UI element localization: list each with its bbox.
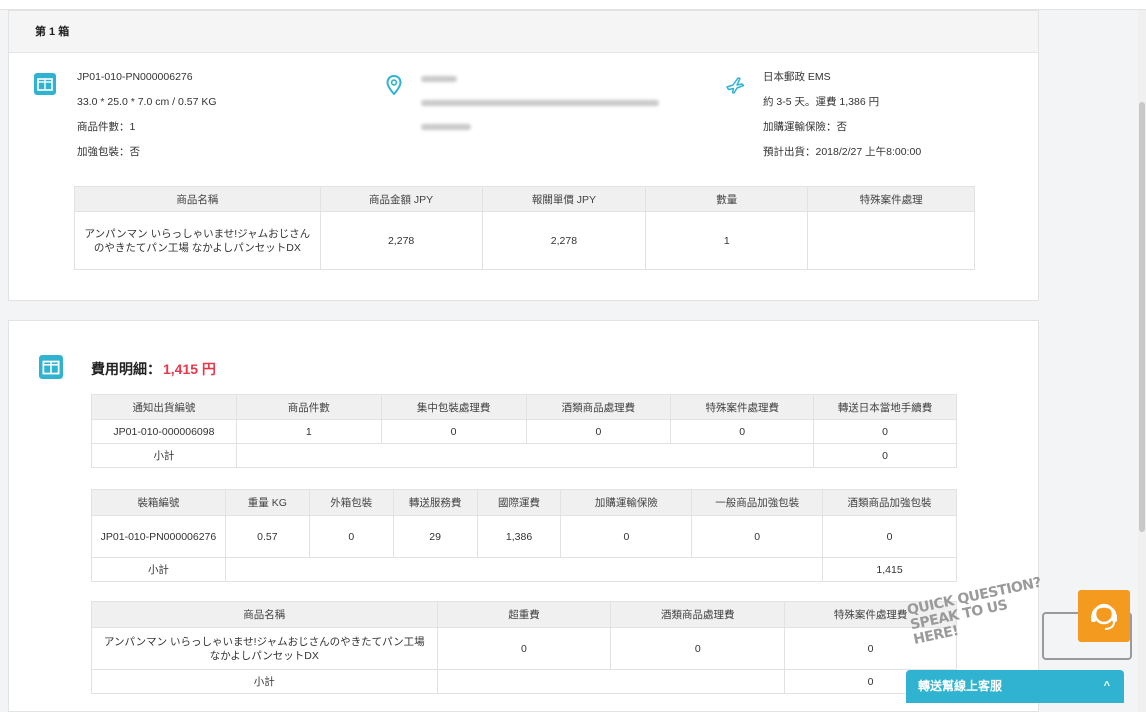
table-header: 商品名稱	[74, 186, 321, 212]
subtotal-row: 小計 1,415	[91, 557, 957, 582]
table-cell: 0	[525, 419, 672, 444]
package-item-count: 商品件數：1	[77, 121, 136, 133]
scrollbar-thumb[interactable]	[1139, 102, 1145, 532]
table-header: 裝箱編號	[91, 489, 226, 516]
package-id: JP01-010-PN000006276	[77, 71, 193, 83]
table-cell: 29	[392, 515, 478, 558]
table-cell: 0	[670, 419, 815, 444]
table-header: 特殊案件處理費	[670, 394, 815, 420]
subtotal-row: 小計 0	[91, 443, 957, 468]
table-header: 重量 KG	[224, 489, 310, 516]
page-top-bar	[0, 0, 1146, 10]
item-declared-price: 2,278	[481, 211, 647, 270]
item-name: アンパンマン いらっしゃいませ!ジャムおじさんのやきたてパン工場 なかよしパンセ…	[91, 627, 438, 670]
shipping-info: 日本郵政 EMS 約 3-5 天。運費 1,386 円 加購運輸保險：否 預計出…	[763, 69, 921, 169]
table-header: 酒類商品加強包裝	[822, 489, 957, 516]
airplane-icon	[725, 75, 745, 98]
table-cell: 0	[691, 515, 824, 558]
subtotal-label: 小計	[91, 443, 237, 468]
table-row: アンパンマン いらっしゃいませ!ジャムおじさんのやきたてパン工場 なかよしパンセ…	[91, 627, 957, 670]
table-header: 轉送服務費	[392, 489, 478, 516]
table-cell: 0	[380, 419, 527, 444]
table-header: 商品名稱	[91, 601, 438, 628]
shipping-insurance: 加購運輸保險：否	[763, 121, 847, 133]
table-header: 超重費	[436, 601, 612, 628]
table-cell: 0	[308, 515, 394, 558]
item-special-handling	[807, 211, 975, 270]
table-cell: 0	[436, 627, 612, 670]
fee-title-label: 費用明細：	[91, 361, 161, 377]
subtotal-value: 0	[813, 443, 957, 468]
table-cell: 0	[560, 515, 693, 558]
subtotal-label: 小計	[91, 557, 226, 582]
table-header: 轉送日本當地手續費	[813, 394, 957, 420]
table-cell: 1	[235, 419, 382, 444]
table-header: 集中包裝處理費	[380, 394, 527, 420]
live-chat-label: 轉送幫線上客服	[918, 679, 1003, 693]
location-pin-icon	[386, 74, 402, 98]
table-cell: 0	[610, 627, 786, 670]
fee-table-items: 商品名稱 超重費 酒類商品處理費 特殊案件處理費 アンパンマン いらっしゃいませ…	[91, 601, 957, 694]
subtotal-label: 小計	[91, 669, 438, 694]
table-header: 一般商品加強包裝	[691, 489, 824, 516]
shipping-cost: 約 3-5 天。運費 1,386 円	[763, 96, 880, 108]
box-card: 第 1 箱 JP01-010-PN000006276 33.0 * 25.0 *…	[8, 10, 1039, 301]
fee-table-notice: 通知出貨編號 商品件數 集中包裝處理費 酒類商品處理費 特殊案件處理費 轉送日本…	[91, 394, 957, 468]
chevron-up-icon[interactable]: ^	[1104, 670, 1110, 703]
table-cell: 1,386	[476, 515, 562, 558]
package-info: JP01-010-PN000006276 33.0 * 25.0 * 7.0 c…	[77, 69, 217, 169]
box-icon	[39, 355, 63, 382]
shipping-carrier: 日本郵政 EMS	[763, 71, 831, 83]
table-cell: 0.57	[224, 515, 310, 558]
package-reinforced: 加強包裝：否	[77, 146, 140, 158]
table-header: 數量	[645, 186, 809, 212]
live-chat-bar[interactable]: 轉送幫線上客服 ^	[906, 670, 1124, 703]
item-name: アンパンマン いらっしゃいませ!ジャムおじさんのやきたてパン工場 なかよしパンセ…	[74, 211, 321, 270]
table-header: 商品金額 JPY	[319, 186, 483, 212]
package-dimensions: 33.0 * 25.0 * 7.0 cm / 0.57 KG	[77, 96, 217, 108]
subtotal-row: 小計 0	[91, 669, 957, 694]
table-row: JP01-010-PN000006276 0.57 0 29 1,386 0 0…	[91, 515, 957, 558]
item-price: 2,278	[319, 211, 483, 270]
shipping-eta: 預計出貨：2018/2/27 上午8:00:00	[763, 146, 922, 158]
page-scrollbar[interactable]	[1138, 10, 1146, 712]
table-row: アンパンマン いらっしゃいませ!ジャムおじさんのやきたてパン工場 なかよしパンセ…	[74, 211, 975, 270]
table-header: 通知出貨編號	[91, 394, 237, 420]
table-header: 外箱包裝	[308, 489, 394, 516]
table-header: 國際運費	[476, 489, 562, 516]
table-header: 加購運輸保險	[560, 489, 693, 516]
table-row: JP01-010-000006098 1 0 0 0 0	[91, 419, 957, 444]
box-items-table: 商品名稱 商品金額 JPY 報關單價 JPY 數量 特殊案件處理 アンパンマン …	[74, 186, 975, 270]
fee-total: 1,415 円	[163, 361, 216, 377]
fee-table-packing: 裝箱編號 重量 KG 外箱包裝 轉送服務費 國際運費 加購運輸保險 一般商品加強…	[91, 489, 957, 582]
fee-title: 費用明細： 1,415 円	[91, 359, 216, 379]
table-header: 商品件數	[235, 394, 382, 420]
box-icon	[34, 73, 56, 98]
table-header: 特殊案件處理	[807, 186, 975, 212]
notice-id: JP01-010-000006098	[91, 419, 237, 444]
table-cell: 0	[822, 515, 957, 558]
packing-id: JP01-010-PN000006276	[91, 515, 226, 558]
support-agent-button[interactable]	[1078, 590, 1130, 642]
fee-card: 費用明細： 1,415 円 通知出貨編號 商品件數 集中包裝處理費 酒類商品處理費…	[8, 320, 1039, 712]
address-blurred	[421, 73, 659, 145]
subtotal-value: 1,415	[822, 557, 957, 582]
item-quantity: 1	[645, 211, 809, 270]
table-header: 酒類商品處理費	[610, 601, 786, 628]
table-cell: 0	[813, 419, 957, 444]
box-title: 第 1 箱	[9, 11, 1038, 53]
headset-icon	[1088, 599, 1120, 636]
table-header: 酒類商品處理費	[525, 394, 672, 420]
table-header: 報關單價 JPY	[481, 186, 647, 212]
